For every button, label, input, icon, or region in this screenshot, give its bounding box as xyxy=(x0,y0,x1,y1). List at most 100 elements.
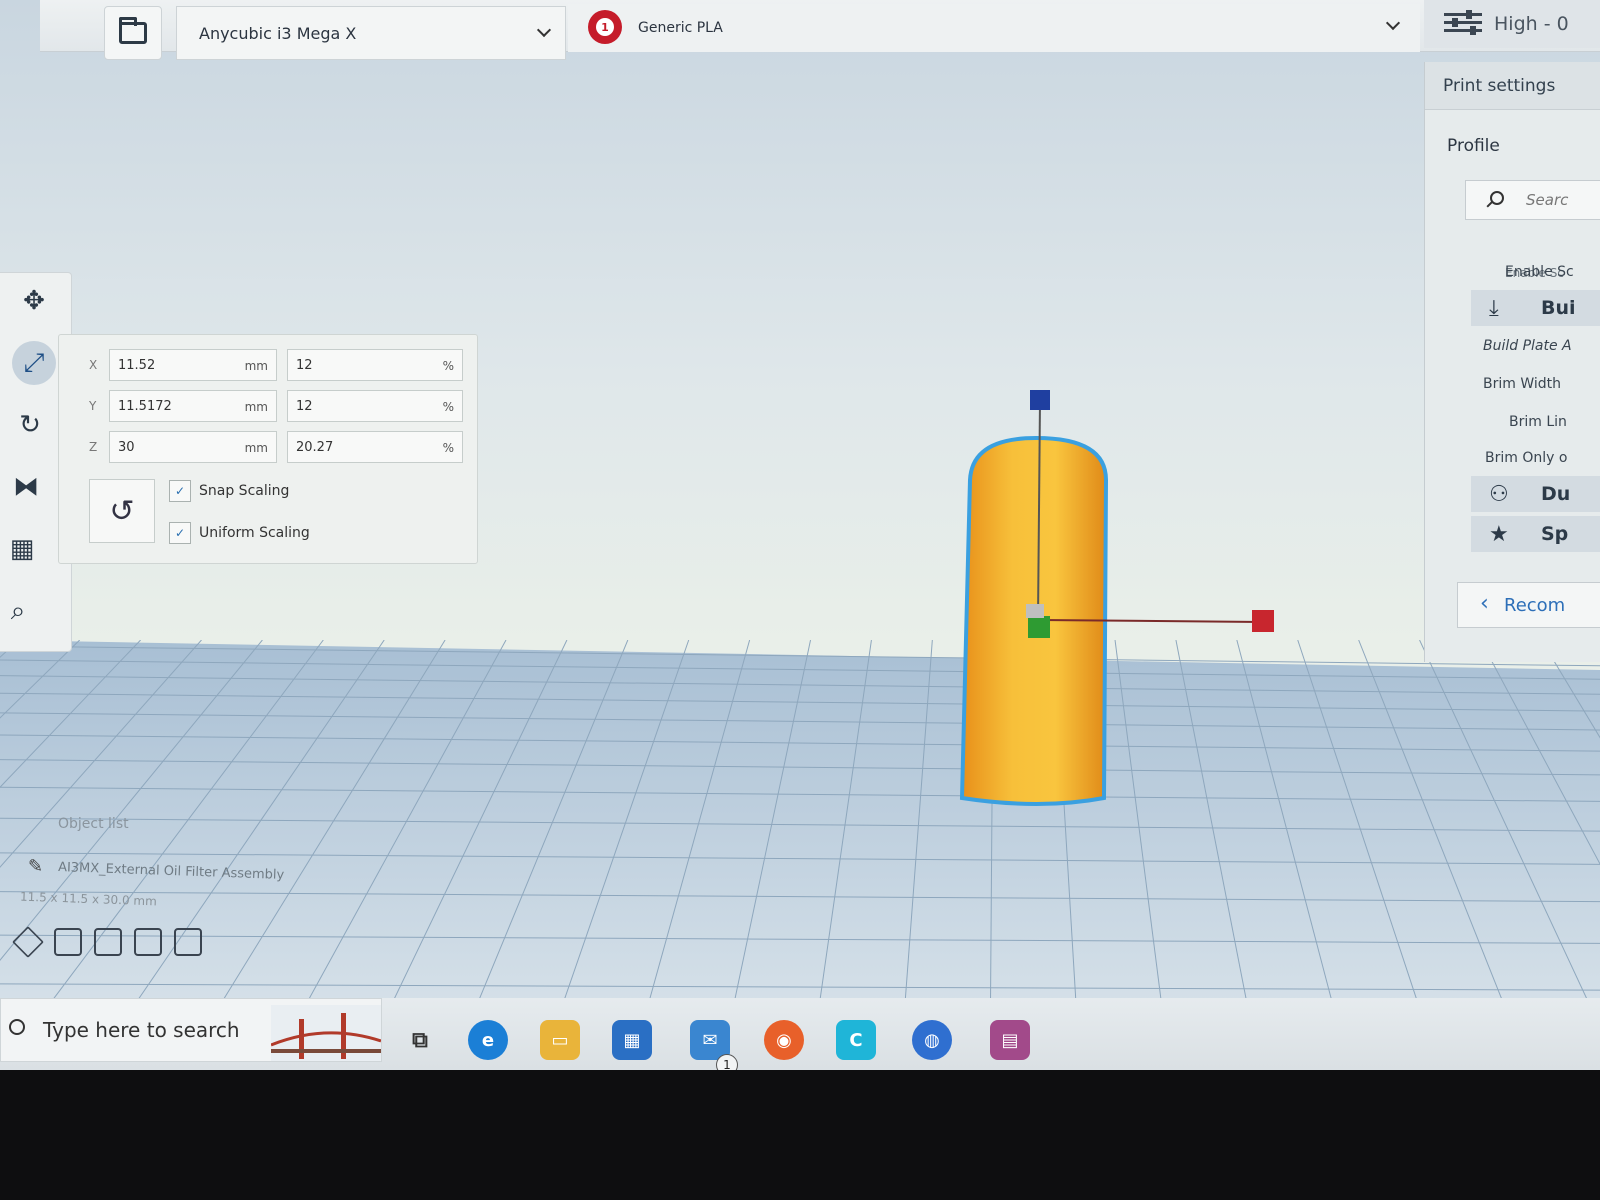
x-axis-label: X xyxy=(89,358,98,372)
gizmo-y-handle[interactable] xyxy=(1028,616,1050,638)
object-name: AI3MX_External Oil Filter Assembly xyxy=(57,860,285,883)
scale-y-percent-input[interactable]: 12 % xyxy=(287,390,463,422)
gizmo-center-handle[interactable] xyxy=(1026,604,1044,618)
uniform-scaling-checkbox[interactable]: ✓ Uniform Scaling xyxy=(169,521,310,545)
scale-z-percent-input[interactable]: 20.27 % xyxy=(287,431,463,463)
pencil-icon[interactable]: ✎ xyxy=(28,856,43,877)
search-icon xyxy=(9,1019,25,1035)
category-special-modes[interactable]: ★ Sp xyxy=(1471,516,1600,552)
scale-y-mm-value: 11.5172 xyxy=(118,398,172,414)
model-3d-object[interactable] xyxy=(940,380,1300,820)
mail-badge: 1 xyxy=(716,1054,738,1070)
sliders-icon xyxy=(1444,8,1482,38)
bridge-image-icon xyxy=(271,1005,381,1061)
print-settings-panel: Print settings Profile Searc Enable Sc E… xyxy=(1424,62,1600,662)
extruder-icon: 1 xyxy=(588,10,622,44)
object-dimensions: 11.5 x 11.5 x 30.0 mm xyxy=(19,889,158,909)
rotate-tool-icon[interactable]: ↻ xyxy=(8,403,52,447)
printer-name: Anycubic i3 Mega X xyxy=(199,23,357,43)
search-icon xyxy=(1490,191,1504,205)
material-selector[interactable]: 1 Generic PLA xyxy=(568,4,1420,52)
mm-unit: mm xyxy=(244,359,268,373)
mm-unit: mm xyxy=(244,400,268,414)
category-dual-extrusion[interactable]: ⚇ Du xyxy=(1471,476,1600,512)
uniform-scaling-label: Uniform Scaling xyxy=(199,525,310,541)
quality-label: High - 0 xyxy=(1494,13,1569,35)
check-icon: ✓ xyxy=(169,522,191,544)
scale-z-percent-value: 20.27 xyxy=(296,439,334,455)
object-list-title[interactable]: Object list xyxy=(58,816,129,832)
search-placeholder: Searc xyxy=(1526,191,1569,209)
view-top-icon[interactable] xyxy=(94,928,122,956)
setting-build-plate-adhesion-type[interactable]: Build Plate A xyxy=(1483,338,1572,354)
setting-brim-width[interactable]: Brim Width xyxy=(1483,376,1561,392)
view-left-icon[interactable] xyxy=(134,928,162,956)
cura-app-icon[interactable]: C xyxy=(836,1020,876,1060)
z-axis-label: Z xyxy=(89,440,98,454)
printer-selector[interactable]: Anycubic i3 Mega X xyxy=(176,6,566,60)
setting-brim-line-count[interactable]: Brim Lin xyxy=(1509,414,1567,430)
task-view-icon[interactable]: ⧉ xyxy=(400,1020,440,1060)
profile-label: Profile xyxy=(1447,136,1500,156)
cura-window: Anycubic i3 Mega X 1 Generic PLA High - … xyxy=(0,0,1600,1070)
scale-x-mm-input[interactable]: 11.52 mm xyxy=(109,349,277,381)
recommended-button[interactable]: Recom xyxy=(1457,582,1600,628)
chevron-down-icon xyxy=(536,22,552,38)
print-settings-header: Print settings xyxy=(1425,62,1600,110)
windows-search-box[interactable]: Type here to search xyxy=(0,998,382,1062)
scale-y-percent-value: 12 xyxy=(296,398,313,414)
view-right-icon[interactable] xyxy=(174,928,202,956)
category-build-plate-adhesion[interactable]: ⤓ Bui xyxy=(1471,290,1600,326)
download-icon: ⤓ xyxy=(1489,296,1499,321)
gizmo-x-handle[interactable] xyxy=(1252,610,1274,632)
scale-x-row: X 11.52 mm 12 % xyxy=(89,349,469,383)
scale-tool-icon[interactable]: ⤢ xyxy=(12,341,56,385)
y-axis-label: Y xyxy=(89,399,97,413)
per-model-settings-icon[interactable]: ▦ xyxy=(0,527,44,571)
mirror-tool-icon[interactable]: ⧓ xyxy=(4,465,48,509)
dual-extrusion-icon: ⚇ xyxy=(1489,482,1509,507)
scale-x-mm-value: 11.52 xyxy=(118,357,156,373)
edge-browser-icon[interactable]: e xyxy=(468,1020,508,1060)
reset-scale-button[interactable]: ↺ xyxy=(89,479,155,543)
view-orientation-buttons xyxy=(12,926,202,958)
gizmo-z-handle[interactable] xyxy=(1030,390,1050,410)
scale-y-row: Y 11.5172 mm 12 % xyxy=(89,390,469,424)
mm-unit: mm xyxy=(244,441,268,455)
object-list: Object list ✎ AI3MX_External Oil Filter … xyxy=(12,810,334,980)
percent-unit: % xyxy=(442,359,454,373)
view-3d-icon[interactable] xyxy=(12,926,44,958)
move-tool-icon[interactable]: ✥ xyxy=(12,279,56,323)
print-settings-toggle[interactable]: High - 0 xyxy=(1424,0,1600,48)
category-label: Du xyxy=(1541,483,1571,505)
settings-search-input[interactable]: Searc xyxy=(1465,180,1600,220)
chevron-down-icon xyxy=(1385,15,1401,31)
scale-panel: X 11.52 mm 12 % Y 11.5172 mm 12 % Z 30 m… xyxy=(58,334,478,564)
file-explorer-icon[interactable]: ▭ xyxy=(540,1020,580,1060)
scale-y-mm-input[interactable]: 11.5172 mm xyxy=(109,390,277,422)
cortana-icon[interactable]: ◍ xyxy=(912,1020,952,1060)
snap-scaling-checkbox[interactable]: ✓ Snap Scaling xyxy=(169,479,289,503)
setting-enable-s[interactable]: Enable Sc xyxy=(1505,264,1574,280)
open-file-button[interactable] xyxy=(104,6,162,60)
scale-x-percent-value: 12 xyxy=(296,357,313,373)
check-icon: ✓ xyxy=(169,480,191,502)
microsoft-store-icon[interactable]: ▦ xyxy=(612,1020,652,1060)
view-front-icon[interactable] xyxy=(54,928,82,956)
windows-search-placeholder: Type here to search xyxy=(43,1018,240,1042)
support-blocker-icon[interactable]: ⌕ xyxy=(0,589,40,633)
scale-x-percent-input[interactable]: 12 % xyxy=(287,349,463,381)
reset-icon: ↺ xyxy=(109,493,135,529)
category-label: Sp xyxy=(1541,523,1569,545)
snap-scaling-label: Snap Scaling xyxy=(199,483,290,499)
firefox-icon[interactable]: ◉ xyxy=(764,1020,804,1060)
setting-brim-only-outside[interactable]: Brim Only o xyxy=(1485,450,1567,466)
percent-unit: % xyxy=(442,441,454,455)
folder-icon xyxy=(119,17,147,44)
winrar-icon[interactable]: ▤ xyxy=(990,1020,1030,1060)
scale-z-mm-value: 30 xyxy=(118,439,135,455)
star-icon: ★ xyxy=(1489,522,1509,547)
scale-z-mm-input[interactable]: 30 mm xyxy=(109,431,277,463)
percent-unit: % xyxy=(442,400,454,414)
scale-z-row: Z 30 mm 20.27 % xyxy=(89,431,469,465)
